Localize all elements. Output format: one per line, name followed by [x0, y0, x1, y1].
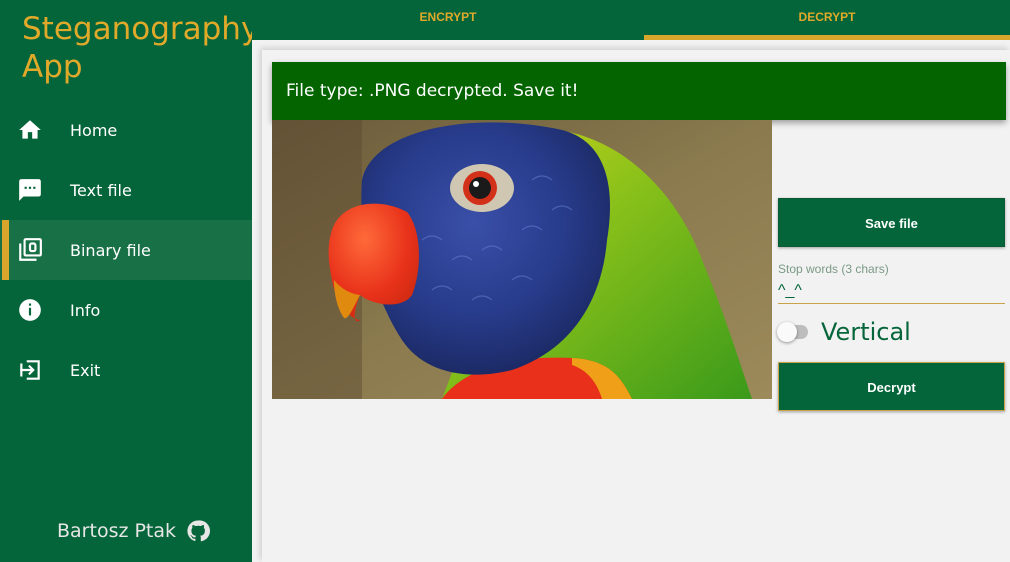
sidebar-item-text-file[interactable]: Text file [0, 160, 252, 220]
sidebar-item-label: Binary file [70, 240, 151, 260]
github-icon[interactable] [186, 519, 211, 543]
vertical-toggle[interactable] [777, 322, 808, 342]
message-icon [19, 179, 41, 201]
stop-words-input[interactable] [778, 278, 1005, 304]
info-icon [19, 299, 41, 321]
sidebar-item-home[interactable]: Home [0, 100, 252, 160]
binary-file-icon [19, 238, 42, 261]
home-icon [19, 120, 41, 139]
sidebar-item-label: Info [70, 300, 101, 320]
decrypt-button[interactable]: Decrypt [778, 362, 1005, 411]
tab-decrypt[interactable]: DECRYPT [644, 0, 1010, 40]
toggle-knob [777, 322, 797, 342]
sidebar-item-binary-file[interactable]: Binary file [0, 220, 252, 280]
app-title: Steganography App [22, 11, 260, 85]
status-snackbar: File type: .PNG decrypted. Save it! [272, 62, 1006, 120]
author: Bartosz Ptak [57, 519, 211, 543]
exit-icon [20, 360, 40, 380]
sidebar-item-label: Exit [70, 360, 101, 380]
sidebar-item-exit[interactable]: Exit [0, 340, 252, 400]
parrot-image [272, 120, 772, 399]
author-name: Bartosz Ptak [57, 520, 177, 542]
stop-words-label: Stop words (3 chars) [778, 262, 889, 276]
vertical-label: Vertical [821, 318, 911, 346]
sidebar: Steganography App Home Text file Binary … [0, 0, 260, 562]
sidebar-item-label: Text file [70, 180, 132, 200]
sidebar-nav: Home Text file Binary file Info Exit [0, 100, 252, 400]
sidebar-item-info[interactable]: Info [0, 280, 252, 340]
tab-bar: ENCRYPT DECRYPT [252, 0, 1010, 40]
tab-encrypt[interactable]: ENCRYPT [252, 0, 644, 40]
sidebar-item-label: Home [70, 120, 118, 140]
save-file-button[interactable]: Save file [778, 198, 1005, 247]
